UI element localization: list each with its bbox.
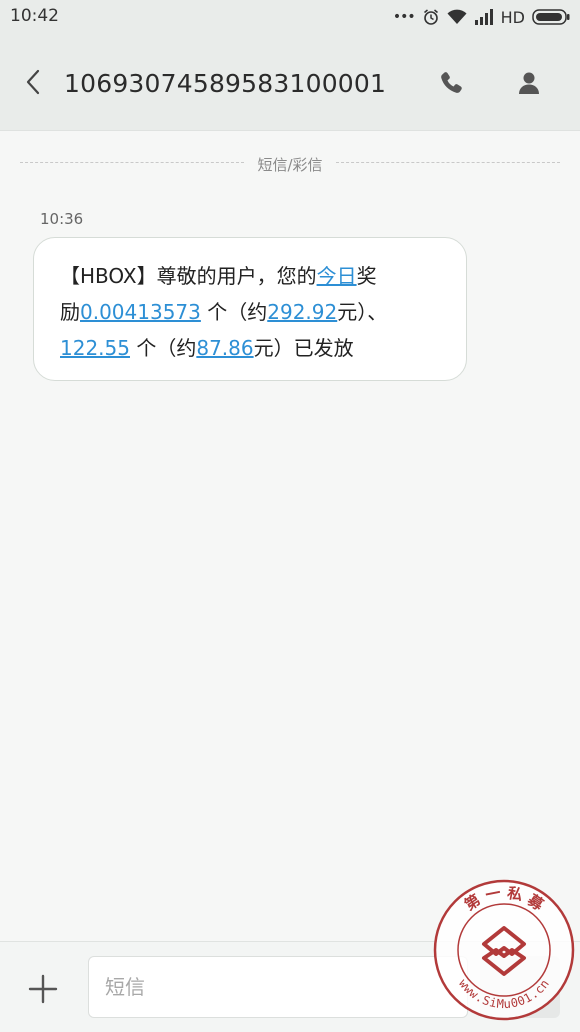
link-value-2[interactable]: 87.86 — [196, 336, 253, 360]
network-type: HD — [500, 7, 525, 27]
divider-line-right — [336, 162, 560, 163]
watermark-seal: 第 一 私 募 www.SiMu001.cn — [432, 878, 576, 1022]
message-text: 励 — [60, 300, 80, 324]
status-bar: 10:42 ••• HD — [0, 0, 580, 34]
message-timestamp: 10:36 — [40, 210, 84, 228]
link-today[interactable]: 今日 — [317, 264, 357, 288]
contact-icon — [519, 72, 539, 94]
conversation-header: 10693074589583100001 — [0, 34, 580, 131]
back-arrow-icon — [26, 69, 40, 95]
message-type-divider: 短信/彩信 — [20, 152, 560, 174]
wifi-icon — [447, 9, 467, 25]
message-text: 【HBOX】尊敬的用户，您的 — [60, 264, 317, 288]
notification-dots: ••• — [392, 9, 416, 25]
message-line-2: 励0.00413573 个（约292.92元）、 — [60, 294, 444, 330]
alarm-icon — [422, 8, 440, 26]
status-time: 10:42 — [10, 6, 59, 26]
link-amount-1[interactable]: 0.00413573 — [80, 300, 201, 324]
status-icons: ••• HD — [393, 6, 570, 28]
battery-icon — [532, 9, 570, 25]
message-line-3: 122.55 个（约87.86元）已发放 — [60, 330, 444, 366]
message-text: 元）、 — [337, 300, 388, 324]
call-button[interactable] — [436, 68, 466, 98]
message-bubble[interactable]: 【HBOX】尊敬的用户，您的今日奖 励0.00413573 个（约292.92元… — [33, 237, 467, 381]
message-type-label: 短信/彩信 — [257, 156, 323, 174]
sender-number: 10693074589583100001 — [64, 69, 387, 98]
plus-icon — [28, 974, 58, 1004]
message-text: 个（约 — [129, 336, 197, 360]
contact-info-button[interactable] — [514, 68, 544, 98]
back-button[interactable] — [18, 66, 48, 98]
message-line-1: 【HBOX】尊敬的用户，您的今日奖 — [60, 258, 444, 294]
link-amount-2[interactable]: 122.55 — [60, 336, 130, 360]
phone-icon — [441, 72, 462, 93]
attach-button[interactable] — [26, 972, 60, 1006]
message-input[interactable] — [88, 956, 468, 1018]
link-value-1[interactable]: 292.92 — [267, 300, 337, 324]
signal-icon — [474, 9, 494, 25]
message-text: 奖 — [356, 264, 377, 288]
message-text: 元）已发放 — [253, 336, 354, 360]
message-text: 个（约 — [200, 300, 268, 324]
